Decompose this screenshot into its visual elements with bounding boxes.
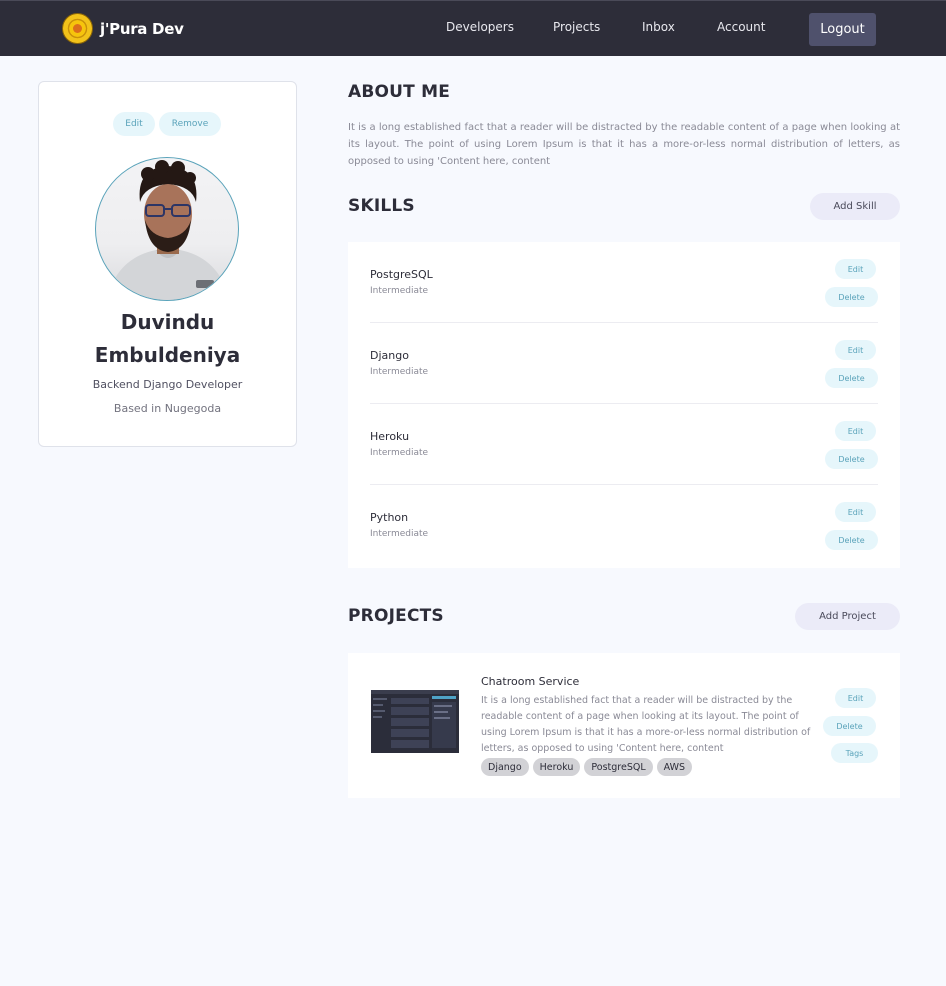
project-thumbnail-image: [371, 690, 459, 753]
skill-name: PostgreSQL: [370, 268, 433, 281]
profile-last-name: Embuldeniya: [94, 343, 241, 367]
project-tags: Django Heroku PostgreSQL AWS: [481, 758, 693, 776]
logout-button[interactable]: Logout: [809, 13, 876, 46]
project-tag: AWS: [656, 758, 693, 776]
projects-heading: PROJECTS: [348, 606, 444, 626]
edit-skill-button[interactable]: Edit: [835, 421, 876, 441]
nav-link-inbox[interactable]: Inbox: [642, 20, 675, 34]
delete-project-button[interactable]: Delete: [823, 716, 876, 736]
add-skill-button[interactable]: Add Skill: [810, 193, 900, 220]
skill-level: Intermediate: [370, 448, 429, 458]
skill-level: Intermediate: [370, 367, 429, 377]
profile-location: Based in Nugegoda: [113, 402, 222, 415]
brand-name: j'Pura Dev: [100, 19, 184, 38]
nav-link-developers[interactable]: Developers: [446, 20, 514, 34]
about-heading: ABOUT ME: [348, 82, 451, 102]
edit-skill-button[interactable]: Edit: [835, 340, 876, 360]
edit-skill-button[interactable]: Edit: [835, 502, 876, 522]
delete-skill-button[interactable]: Delete: [825, 368, 878, 388]
edit-profile-button[interactable]: Edit: [113, 112, 155, 136]
project-description: It is a long established fact that a rea…: [481, 695, 811, 754]
project-thumbnail[interactable]: [371, 690, 459, 753]
skill-level: Intermediate: [370, 286, 429, 296]
project-tags-button[interactable]: Tags: [831, 743, 878, 763]
profile-role: Backend Django Developer: [92, 378, 243, 391]
nav-link-account[interactable]: Account: [717, 20, 765, 34]
add-project-button[interactable]: Add Project: [795, 603, 900, 630]
remove-profile-button[interactable]: Remove: [159, 112, 221, 136]
skill-item: Django Intermediate Edit Delete: [370, 323, 878, 404]
delete-skill-button[interactable]: Delete: [825, 287, 878, 307]
projects-list: Chatroom Service It is a long establishe…: [348, 653, 900, 798]
skill-level: Intermediate: [370, 529, 429, 539]
profile-photo: [106, 160, 230, 300]
skill-item: Python Intermediate Edit Delete: [370, 485, 878, 566]
skills-list: PostgreSQL Intermediate Edit Delete Djan…: [348, 242, 900, 568]
project-title[interactable]: Chatroom Service: [481, 675, 579, 688]
top-navbar: j'Pura Dev Developers Projects Inbox Acc…: [0, 0, 946, 56]
project-tag: Heroku: [532, 758, 581, 776]
profile-card: Edit Remove Duvindu Embuldeniya Backend …: [38, 81, 297, 447]
skill-name: Python: [370, 511, 409, 524]
edit-skill-button[interactable]: Edit: [835, 259, 876, 279]
skill-item: PostgreSQL Intermediate Edit Delete: [370, 242, 878, 323]
profile-first-name: Duvindu: [120, 310, 215, 334]
skill-name: Heroku: [370, 430, 410, 443]
nav-link-projects[interactable]: Projects: [553, 20, 600, 34]
delete-skill-button[interactable]: Delete: [825, 449, 878, 469]
skills-heading: SKILLS: [348, 196, 415, 216]
university-emblem-icon: [62, 13, 93, 44]
about-text: It is a long established fact that a rea…: [348, 122, 900, 167]
project-tag: PostgreSQL: [584, 758, 653, 776]
project-tag: Django: [481, 758, 529, 776]
skill-item: Heroku Intermediate Edit Delete: [370, 404, 878, 485]
edit-project-button[interactable]: Edit: [835, 688, 876, 708]
delete-skill-button[interactable]: Delete: [825, 530, 878, 550]
skill-name: Django: [370, 349, 409, 362]
avatar: [95, 157, 239, 301]
brand-logo[interactable]: j'Pura Dev: [62, 13, 184, 44]
